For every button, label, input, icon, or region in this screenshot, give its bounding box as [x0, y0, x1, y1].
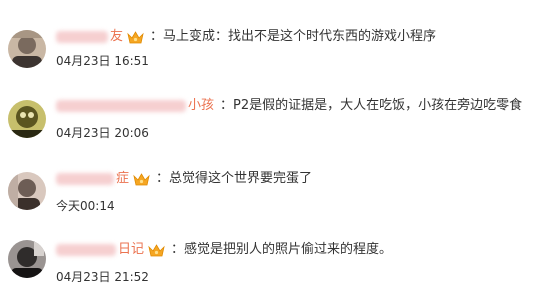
comment-time: 04月23日 21:52	[56, 270, 149, 284]
avatar[interactable]	[8, 172, 46, 210]
comment-text: ：感觉是把别人的照片偷过来的程度。	[171, 242, 393, 257]
username-tail: 友	[110, 29, 124, 44]
blurred-name	[56, 31, 108, 43]
username[interactable]: 友 ：马上变成：找出不是这个时代东西的游戏小程序	[56, 28, 436, 46]
username[interactable]: 症 ：总觉得这个世界要完蛋了	[56, 170, 312, 188]
username-tail: 日记	[118, 242, 145, 257]
comment-time: 04月23日 20:06	[56, 126, 149, 140]
comment-text: ：总觉得这个世界要完蛋了	[156, 171, 313, 186]
comment-time: 今天00:14	[56, 199, 115, 213]
comment-item: 小孩 ：P2是假的证据是，大人在吃饭，小孩在旁边吃零食 04月23日 20:06	[0, 69, 550, 140]
blurred-name	[56, 173, 114, 185]
username-tail: 小孩	[188, 98, 215, 113]
comment-item: 友 ：马上变成：找出不是这个时代东西的游戏小程序 04月23日 16:51	[0, 0, 550, 70]
comment-item: 日记 ：感觉是把别人的照片偷过来的程度。 04月23日 21:52	[0, 214, 550, 284]
avatar[interactable]	[8, 100, 46, 138]
username-tail: 症	[116, 171, 130, 186]
comment-time: 04月23日 16:51	[56, 54, 149, 68]
username[interactable]: 小孩 ：P2是假的证据是，大人在吃饭，小孩在旁边吃零食	[56, 97, 522, 115]
avatar[interactable]	[8, 30, 46, 68]
username[interactable]: 日记 ：感觉是把别人的照片偷过来的程度。	[56, 241, 392, 259]
avatar[interactable]	[8, 240, 46, 278]
blurred-name	[56, 244, 116, 256]
crown-icon	[127, 30, 144, 43]
comment-text: ：马上变成：找出不是这个时代东西的游戏小程序	[150, 29, 437, 44]
crown-icon	[133, 172, 150, 185]
comment-text: ：P2是假的证据是，大人在吃饭，小孩在旁边吃零食	[220, 98, 523, 113]
comment-list: 友 ：马上变成：找出不是这个时代东西的游戏小程序 04月23日 16:51 小孩 ：…	[0, 0, 550, 303]
blurred-name	[56, 100, 186, 112]
crown-icon	[148, 243, 165, 256]
comment-item: 症 ：总觉得这个世界要完蛋了 今天00:14	[0, 143, 550, 213]
